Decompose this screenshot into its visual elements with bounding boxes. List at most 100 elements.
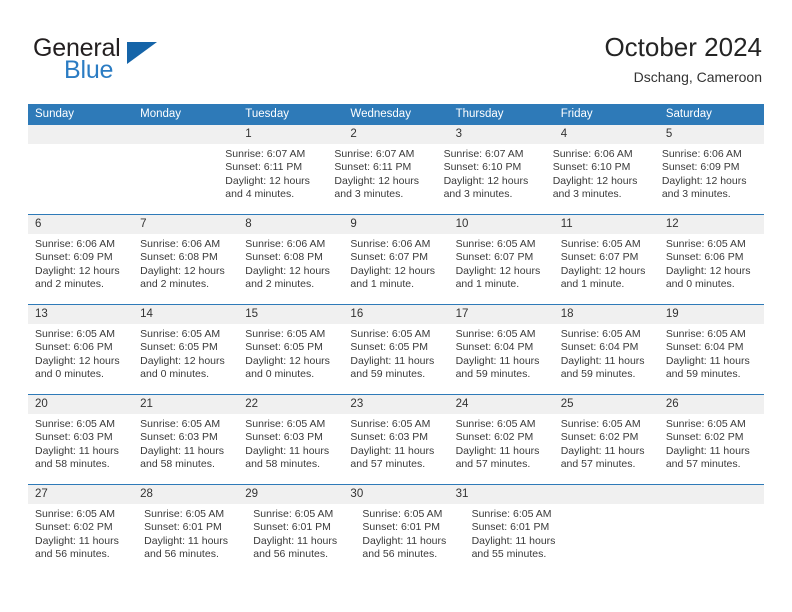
day-number[interactable]: 24 bbox=[449, 395, 554, 414]
day-cell[interactable]: Sunrise: 6:07 AM Sunset: 6:10 PM Daylight:… bbox=[437, 144, 546, 214]
day-number[interactable]: 3 bbox=[449, 125, 554, 144]
day-number[interactable]: 17 bbox=[449, 305, 554, 324]
day-cell[interactable]: Sunrise: 6:05 AM Sunset: 6:02 PM Daylight:… bbox=[659, 414, 764, 484]
daylight-text-line2: and 3 minutes. bbox=[661, 187, 731, 200]
day-number[interactable]: 23 bbox=[343, 395, 448, 414]
daylight-text-line2: and 59 minutes. bbox=[560, 367, 636, 380]
sunset-text: Sunset: 6:02 PM bbox=[560, 431, 639, 444]
day-cell[interactable]: Sunrise: 6:06 AM Sunset: 6:10 PM Daylight:… bbox=[546, 144, 655, 214]
daylight-text-line1: Daylight: 12 hours bbox=[245, 264, 330, 277]
day-number[interactable]: 22 bbox=[238, 395, 343, 414]
daylight-text-line2: and 0 minutes. bbox=[140, 367, 210, 380]
day-cell[interactable]: Sunrise: 6:07 AM Sunset: 6:11 PM Daylight:… bbox=[218, 144, 327, 214]
day-number[interactable]: 10 bbox=[449, 215, 554, 234]
daylight-text-line1: Daylight: 12 hours bbox=[35, 264, 120, 277]
day-cell[interactable]: Sunrise: 6:05 AM Sunset: 6:05 PM Daylight:… bbox=[238, 324, 343, 394]
day-number-row: 27 28 29 30 31 bbox=[28, 485, 764, 504]
day-number[interactable]: 2 bbox=[343, 125, 448, 144]
day-number[interactable]: 4 bbox=[554, 125, 659, 144]
sunset-text: Sunset: 6:08 PM bbox=[140, 251, 218, 264]
day-cell[interactable]: Sunrise: 6:05 AM Sunset: 6:02 PM Daylight:… bbox=[28, 504, 137, 574]
daylight-text-line1: Daylight: 12 hours bbox=[334, 174, 420, 187]
weekday-header-friday: Friday bbox=[560, 108, 593, 120]
day-cell[interactable]: Sunrise: 6:05 AM Sunset: 6:06 PM Daylight:… bbox=[659, 234, 764, 304]
day-number[interactable]: 26 bbox=[659, 395, 764, 414]
calendar-page: General Blue October 2024 Dschang, Camer… bbox=[0, 0, 792, 612]
day-cell[interactable]: Sunrise: 6:05 AM Sunset: 6:01 PM Daylight:… bbox=[137, 504, 246, 574]
day-number[interactable]: 31 bbox=[449, 485, 554, 504]
day-cell[interactable]: Sunrise: 6:05 AM Sunset: 6:05 PM Daylight:… bbox=[343, 324, 448, 394]
sunrise-text: Sunrise: 6:05 AM bbox=[140, 328, 221, 340]
day-number[interactable]: 15 bbox=[238, 305, 343, 324]
sunset-text: Sunset: 6:01 PM bbox=[144, 521, 222, 534]
calendar-week-row: 6 7 8 9 10 11 12 Sunrise: 6:06 AM Sunset: 6:09 P… bbox=[28, 214, 764, 304]
day-cell-empty bbox=[669, 504, 764, 574]
sunrise-text: Sunrise: 6:06 AM bbox=[140, 238, 221, 250]
day-number[interactable]: 18 bbox=[554, 305, 659, 324]
day-number[interactable]: 9 bbox=[343, 215, 448, 234]
day-cell[interactable]: Sunrise: 6:05 AM Sunset: 6:02 PM Daylight:… bbox=[554, 414, 659, 484]
general-blue-logo[interactable]: General Blue bbox=[33, 34, 173, 88]
day-cell[interactable]: Sunrise: 6:05 AM Sunset: 6:01 PM Daylight:… bbox=[465, 504, 574, 574]
day-cell[interactable]: Sunrise: 6:05 AM Sunset: 6:03 PM Daylight:… bbox=[28, 414, 133, 484]
day-cell[interactable]: Sunrise: 6:05 AM Sunset: 6:07 PM Daylight:… bbox=[449, 234, 554, 304]
day-cell[interactable]: Sunrise: 6:07 AM Sunset: 6:11 PM Daylight:… bbox=[327, 144, 436, 214]
daylight-text-line2: and 4 minutes. bbox=[225, 187, 295, 200]
day-cell[interactable]: Sunrise: 6:05 AM Sunset: 6:07 PM Daylight:… bbox=[554, 234, 659, 304]
daylight-text-line1: Daylight: 12 hours bbox=[140, 264, 225, 277]
sunset-text: Sunset: 6:03 PM bbox=[140, 431, 218, 444]
sunset-text: Sunset: 6:05 PM bbox=[245, 341, 323, 354]
day-number[interactable]: 21 bbox=[133, 395, 238, 414]
daylight-text-line2: and 58 minutes. bbox=[35, 457, 110, 470]
daylight-text-line1: Daylight: 11 hours bbox=[665, 444, 750, 457]
day-cell[interactable]: Sunrise: 6:05 AM Sunset: 6:04 PM Daylight:… bbox=[554, 324, 659, 394]
sunset-text: Sunset: 6:02 PM bbox=[35, 521, 113, 534]
weekday-header-sunday: Sunday bbox=[35, 108, 75, 120]
day-number[interactable]: 1 bbox=[238, 125, 343, 144]
sunrise-text: Sunrise: 6:05 AM bbox=[144, 508, 225, 520]
day-cell[interactable]: Sunrise: 6:05 AM Sunset: 6:03 PM Daylight:… bbox=[343, 414, 448, 484]
daylight-text-line1: Daylight: 12 hours bbox=[661, 174, 747, 187]
calendar-week-row: 13 14 15 16 17 18 19 Sunrise: 6:05 AM Sunset: 6:… bbox=[28, 304, 764, 394]
day-number[interactable]: 12 bbox=[659, 215, 764, 234]
day-number[interactable]: 7 bbox=[133, 215, 238, 234]
day-cell[interactable]: Sunrise: 6:05 AM Sunset: 6:02 PM Daylight:… bbox=[449, 414, 554, 484]
day-number[interactable]: 19 bbox=[659, 305, 764, 324]
day-number[interactable]: 16 bbox=[343, 305, 448, 324]
day-number[interactable]: 5 bbox=[659, 125, 764, 144]
day-cell[interactable]: Sunrise: 6:05 AM Sunset: 6:03 PM Daylight:… bbox=[238, 414, 343, 484]
day-number[interactable]: 13 bbox=[28, 305, 133, 324]
day-number[interactable]: 29 bbox=[238, 485, 343, 504]
day-cell[interactable]: Sunrise: 6:05 AM Sunset: 6:01 PM Daylight:… bbox=[246, 504, 355, 574]
day-cell[interactable]: Sunrise: 6:05 AM Sunset: 6:03 PM Daylight:… bbox=[133, 414, 238, 484]
weekday-header-saturday: Saturday bbox=[665, 108, 712, 120]
day-cell[interactable]: Sunrise: 6:06 AM Sunset: 6:07 PM Daylight:… bbox=[343, 234, 448, 304]
daylight-text-line2: and 2 minutes. bbox=[35, 277, 104, 290]
daylight-text-line1: Daylight: 11 hours bbox=[350, 354, 435, 367]
day-number[interactable]: 28 bbox=[133, 485, 238, 504]
day-number[interactable]: 8 bbox=[238, 215, 343, 234]
daylight-text-line1: Daylight: 12 hours bbox=[35, 354, 120, 367]
day-cell[interactable]: Sunrise: 6:05 AM Sunset: 6:06 PM Daylight:… bbox=[28, 324, 133, 394]
day-cell[interactable]: Sunrise: 6:06 AM Sunset: 6:08 PM Daylight:… bbox=[133, 234, 238, 304]
sunrise-text: Sunrise: 6:07 AM bbox=[225, 148, 306, 160]
day-cell[interactable]: Sunrise: 6:05 AM Sunset: 6:04 PM Daylight:… bbox=[659, 324, 764, 394]
day-detail-row: Sunrise: 6:05 AM Sunset: 6:02 PM Daylight:… bbox=[28, 504, 764, 574]
day-number[interactable]: 27 bbox=[28, 485, 133, 504]
daylight-text-line1: Daylight: 11 hours bbox=[455, 354, 540, 367]
day-cell[interactable]: Sunrise: 6:05 AM Sunset: 6:04 PM Daylight:… bbox=[449, 324, 554, 394]
sunset-text: Sunset: 6:06 PM bbox=[35, 341, 113, 354]
daylight-text-line1: Daylight: 11 hours bbox=[245, 444, 330, 457]
calendar-week-row: 27 28 29 30 31 Sunrise: 6:05 AM Sunset: 6:02 P… bbox=[28, 484, 764, 574]
day-cell[interactable]: Sunrise: 6:06 AM Sunset: 6:08 PM Daylight:… bbox=[238, 234, 343, 304]
day-cell[interactable]: Sunrise: 6:05 AM Sunset: 6:05 PM Daylight:… bbox=[133, 324, 238, 394]
day-number[interactable]: 11 bbox=[554, 215, 659, 234]
day-number[interactable]: 25 bbox=[554, 395, 659, 414]
day-number[interactable]: 14 bbox=[133, 305, 238, 324]
day-number[interactable]: 30 bbox=[343, 485, 448, 504]
day-number[interactable]: 6 bbox=[28, 215, 133, 234]
day-number[interactable]: 20 bbox=[28, 395, 133, 414]
day-cell[interactable]: Sunrise: 6:06 AM Sunset: 6:09 PM Daylight:… bbox=[28, 234, 133, 304]
day-cell[interactable]: Sunrise: 6:06 AM Sunset: 6:09 PM Daylight:… bbox=[655, 144, 764, 214]
day-cell[interactable]: Sunrise: 6:05 AM Sunset: 6:01 PM Daylight:… bbox=[355, 504, 464, 574]
